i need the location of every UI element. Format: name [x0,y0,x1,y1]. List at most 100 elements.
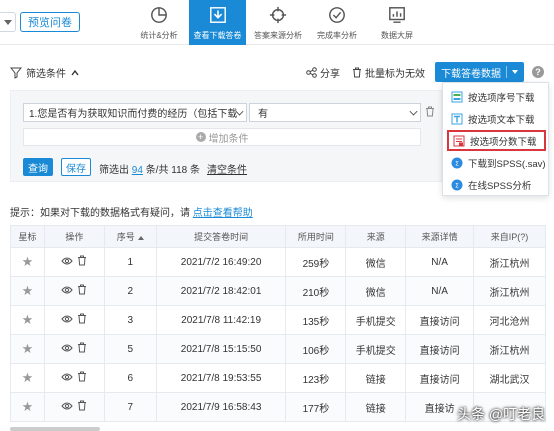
menu-item-label: 按选项序号下载 [468,92,535,104]
trash-icon[interactable] [77,284,87,295]
share-button[interactable]: 分享 [306,65,340,80]
trash-icon[interactable] [77,255,87,266]
star-cell[interactable]: ★ [10,363,45,393]
submit-time-cell: 2021/7/8 15:15:50 [155,334,287,364]
add-condition-button[interactable]: + 增加条件 [23,128,421,146]
condition-value: 1.您是否有为获取知识而付费的经历（包括下载 [29,109,238,120]
table-row[interactable]: ★ 2 2021/7/2 18:42:01 210秒 微信 N/A 浙江杭州 [10,276,546,306]
delete-condition-icon[interactable] [425,106,435,117]
actions-cell [43,392,105,422]
duration-cell: 106秒 [285,334,347,364]
chevron-down-icon [409,107,418,116]
filter-panel: 1.您是否有为获取知识而付费的经历（包括下载 有 + 增加条件 查询 保存 筛选… [10,90,442,182]
actions-cell [43,305,105,335]
eye-icon[interactable] [61,285,74,295]
trash-icon[interactable] [77,371,87,382]
value-select[interactable]: 有 [249,103,421,122]
menu-item-online-spss[interactable]: Σ 在线SPSS分析 [447,174,546,195]
condition-select[interactable]: 1.您是否有为获取知识而付费的经历（包括下载 [23,103,247,122]
tab-label: 数据大屏 [381,31,413,40]
source-detail-cell: N/A [405,276,475,306]
clear-conditions-link[interactable]: 清空条件 [207,161,247,176]
query-button[interactable]: 查询 [23,158,53,176]
tip-text: 提示：如果对下载的数据格式有疑问，请 [10,208,190,219]
table-row[interactable]: ★ 1 2021/7/2 16:49:20 259秒 微信 N/A 浙江杭州 [10,247,546,277]
download-data-button[interactable]: 下载答卷数据 [435,62,524,82]
star-icon[interactable]: ★ [22,283,34,298]
tab-stats-analysis[interactable]: 统计&分析 [134,0,184,45]
download-menu: 按选项序号下载 按选项文本下载 按选项分数下载 Σ 下载到SPSS(.sav) … [442,82,549,196]
trash-icon [353,67,361,77]
table-row[interactable]: ★ 5 2021/7/8 15:15:50 106秒 手机提交 直接访问 浙江杭州 [10,334,546,364]
actions-cell [43,363,105,393]
table-row[interactable]: ★ 6 2021/7/8 19:53:55 123秒 链接 直接访问 湖北武汉 [10,363,546,393]
index-cell: 6 [103,363,157,393]
eye-icon[interactable] [61,256,74,266]
table-header-row: 星标 操作 序号 提交答卷时间 所用时间 来源 来源详情 来自IP(?) [10,225,546,248]
preview-survey-button[interactable]: 预览问卷 [20,12,80,32]
table-body: ★ 1 2021/7/2 16:49:20 259秒 微信 N/A 浙江杭州 ★ 2 2021/7… [10,247,546,422]
submit-time-cell: 2021/7/8 11:42:19 [155,305,287,335]
menu-item-download-by-index[interactable]: 按选项序号下载 [447,86,546,107]
col-header-duration: 所用时间 [285,225,347,248]
eye-icon[interactable] [61,314,74,324]
source-detail-cell: 直接访问 [405,305,475,335]
chevron-down-icon [512,70,518,74]
left-dropdown-button[interactable] [0,12,16,32]
batch-invalid-button[interactable]: 批量标为无效 [352,65,425,80]
col-header-source-detail: 来源详情 [405,225,475,248]
col-header-index-label: 序号 [116,232,135,242]
eye-icon[interactable] [61,343,74,353]
crosshair-icon [269,6,287,24]
col-header-submit-time: 提交答卷时间 [155,225,287,248]
toolbar-right: 分享 批量标为无效 下载答卷数据 ? [306,62,544,82]
eye-icon[interactable] [61,372,74,382]
star-cell[interactable]: ★ [10,392,45,422]
star-icon[interactable]: ★ [22,341,34,356]
submit-time-cell: 2021/7/8 19:53:55 [155,363,287,393]
tab-label: 统计&分析 [140,31,178,40]
menu-item-download-by-text[interactable]: 按选项文本下载 [447,108,546,129]
star-icon[interactable]: ★ [22,370,34,385]
tab-source-analysis[interactable]: 答案来源分析 [250,0,306,45]
ip-cell: 湖北武汉 [473,363,546,393]
source-detail-cell: 直接访问 [405,363,475,393]
tab-data-dashboard[interactable]: 数据大屏 [375,0,419,45]
help-icon[interactable]: ? [532,66,544,78]
ip-cell: 浙江杭州 [473,276,546,306]
eye-icon[interactable] [61,401,74,411]
menu-item-download-spss[interactable]: Σ 下载到SPSS(.sav) [447,152,546,173]
tab-label: 完成率分析 [317,31,357,40]
ip-cell: 浙江杭州 [473,334,546,364]
col-header-index[interactable]: 序号 [103,225,157,248]
duration-cell: 135秒 [285,305,347,335]
star-icon[interactable]: ★ [22,399,34,414]
star-cell[interactable]: ★ [10,305,45,335]
filter-result-text: 筛选出 94 条/共 118 条 [99,161,200,176]
table-row[interactable]: ★ 3 2021/7/8 11:42:19 135秒 手机提交 直接访问 河北沧州 [10,305,546,335]
save-button[interactable]: 保存 [61,158,91,176]
trash-icon[interactable] [77,342,87,353]
check-circle-icon [329,7,345,23]
source-cell: 链接 [345,392,407,422]
filter-header[interactable]: 筛选条件 [10,65,79,80]
submit-time-cell: 2021/7/9 16:58:43 [155,392,287,422]
source-cell: 微信 [345,247,407,277]
trash-icon[interactable] [77,400,87,411]
col-header-ip: 来自IP(?) [473,225,546,248]
menu-item-download-by-score[interactable]: 按选项分数下载 [447,130,546,151]
result-count-link[interactable]: 94 [132,165,143,176]
star-icon[interactable]: ★ [22,254,34,269]
horizontal-scrollbar[interactable] [10,427,100,431]
help-link[interactable]: 点击查看帮助 [193,208,253,219]
tab-completion-rate[interactable]: 完成率分析 [312,0,362,45]
star-cell[interactable]: ★ [10,247,45,277]
responses-table: 星标 操作 序号 提交答卷时间 所用时间 来源 来源详情 来自IP(?) ★ 1 2… [10,225,546,422]
tab-view-download[interactable]: 查看下载答卷 [189,0,246,45]
star-icon[interactable]: ★ [22,312,34,327]
text-doc-icon [451,113,463,124]
menu-item-label: 按选项分数下载 [470,136,537,148]
trash-icon[interactable] [77,313,87,324]
star-cell[interactable]: ★ [10,334,45,364]
star-cell[interactable]: ★ [10,276,45,306]
